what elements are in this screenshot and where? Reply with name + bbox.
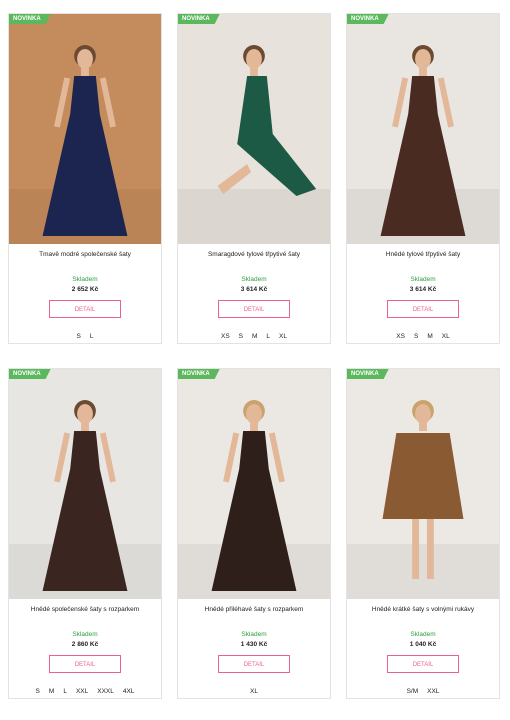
size-option[interactable]: 4XL (123, 688, 135, 698)
product-title[interactable]: Hnědé společenské šaty s rozparkem (9, 605, 161, 627)
product-title[interactable]: Hnědé tylové třpytivé šaty (347, 250, 499, 272)
detail-button[interactable]: DETAIL (49, 655, 121, 673)
product-image[interactable]: NOVINKA (347, 14, 499, 244)
size-option[interactable]: XL (279, 333, 287, 343)
product-title[interactable]: Smaragdové tylové třpytivé šaty (178, 250, 330, 272)
product-image[interactable]: NOVINKA (9, 369, 161, 599)
size-option[interactable]: M (427, 333, 432, 343)
size-option[interactable]: S (414, 333, 418, 343)
product-image[interactable]: NOVINKA (9, 14, 161, 244)
product-price: 2 652 Kč (71, 286, 99, 293)
new-badge: NOVINKA (347, 369, 389, 379)
detail-button[interactable]: DETAIL (218, 655, 290, 673)
size-option[interactable]: L (266, 333, 270, 343)
size-option[interactable]: XS (396, 333, 405, 343)
product-price: 3 614 Kč (409, 286, 437, 293)
product-title[interactable]: Hnědé krátké šaty s volnými rukávy (347, 605, 499, 627)
size-option[interactable]: L (63, 688, 67, 698)
product-photo[interactable] (178, 369, 330, 599)
product-image[interactable]: NOVINKA (178, 369, 330, 599)
detail-button[interactable]: DETAIL (218, 300, 290, 318)
product-card: NOVINKA Hnědé společenské šaty s rozparke… (8, 368, 162, 699)
size-option[interactable]: S (239, 333, 243, 343)
stock-status: Skladem (72, 631, 98, 638)
size-option[interactable]: M (49, 688, 54, 698)
product-card: NOVINKA Hnědé krátké šaty s volnými rukáv… (346, 368, 500, 699)
product-title[interactable]: Tmavě modré společenské šaty (9, 250, 161, 272)
product-card: NOVINKA Tmavě modré společenské šaty Sklad… (8, 13, 162, 344)
size-list: XS S M L XL (178, 333, 330, 343)
product-price: 1 430 Kč (240, 641, 268, 648)
size-list: SL (9, 333, 161, 343)
product-image[interactable]: NOVINKA (347, 369, 499, 599)
size-option[interactable]: XS (221, 333, 230, 343)
stock-status: Skladem (410, 631, 436, 638)
size-list: S M L XXL XXXL 4XL (9, 688, 161, 698)
size-list: XS S M XL (347, 333, 499, 343)
new-badge: NOVINKA (347, 14, 389, 24)
product-card: NOVINKA Smaragdové tylové třpytivé šaty Sk… (177, 13, 331, 344)
new-badge: NOVINKA (9, 14, 51, 24)
size-option[interactable]: S/M (407, 688, 419, 698)
stock-status: Skladem (241, 631, 267, 638)
size-option[interactable]: S (36, 688, 40, 698)
new-badge: NOVINKA (178, 14, 220, 24)
new-badge: NOVINKA (178, 369, 220, 379)
new-badge: NOVINKA (9, 369, 51, 379)
product-card: NOVINKA Hnědé tylové třpytivé šaty Skladem… (346, 13, 500, 344)
product-photo[interactable] (347, 369, 499, 599)
size-list: S/M XXL (347, 688, 499, 698)
stock-status: Skladem (72, 276, 98, 283)
stock-status: Skladem (241, 276, 267, 283)
size-option[interactable]: XXL (76, 688, 88, 698)
size-option[interactable]: L (90, 333, 94, 343)
product-title[interactable]: Hnědé přiléhavé šaty s rozparkem (178, 605, 330, 627)
size-option[interactable]: XXXL (97, 688, 114, 698)
size-option[interactable]: M (252, 333, 257, 343)
product-photo[interactable] (9, 369, 161, 599)
size-option[interactable]: S (77, 333, 81, 343)
product-photo[interactable] (9, 14, 161, 244)
product-card: NOVINKA Hnědé přiléhavé šaty s rozparkem S… (177, 368, 331, 699)
product-price: 1 040 Kč (409, 641, 437, 648)
size-option[interactable]: XL (250, 688, 258, 698)
size-list: XL (178, 688, 330, 698)
product-price: 3 614 Kč (240, 286, 268, 293)
detail-button[interactable]: DETAIL (49, 300, 121, 318)
size-option[interactable]: XXL (427, 688, 439, 698)
product-image[interactable]: NOVINKA (178, 14, 330, 244)
size-option[interactable]: XL (442, 333, 450, 343)
product-photo[interactable] (347, 14, 499, 244)
detail-button[interactable]: DETAIL (387, 300, 459, 318)
detail-button[interactable]: DETAIL (387, 655, 459, 673)
product-price: 2 860 Kč (71, 641, 99, 648)
product-photo[interactable] (178, 14, 330, 244)
stock-status: Skladem (410, 276, 436, 283)
